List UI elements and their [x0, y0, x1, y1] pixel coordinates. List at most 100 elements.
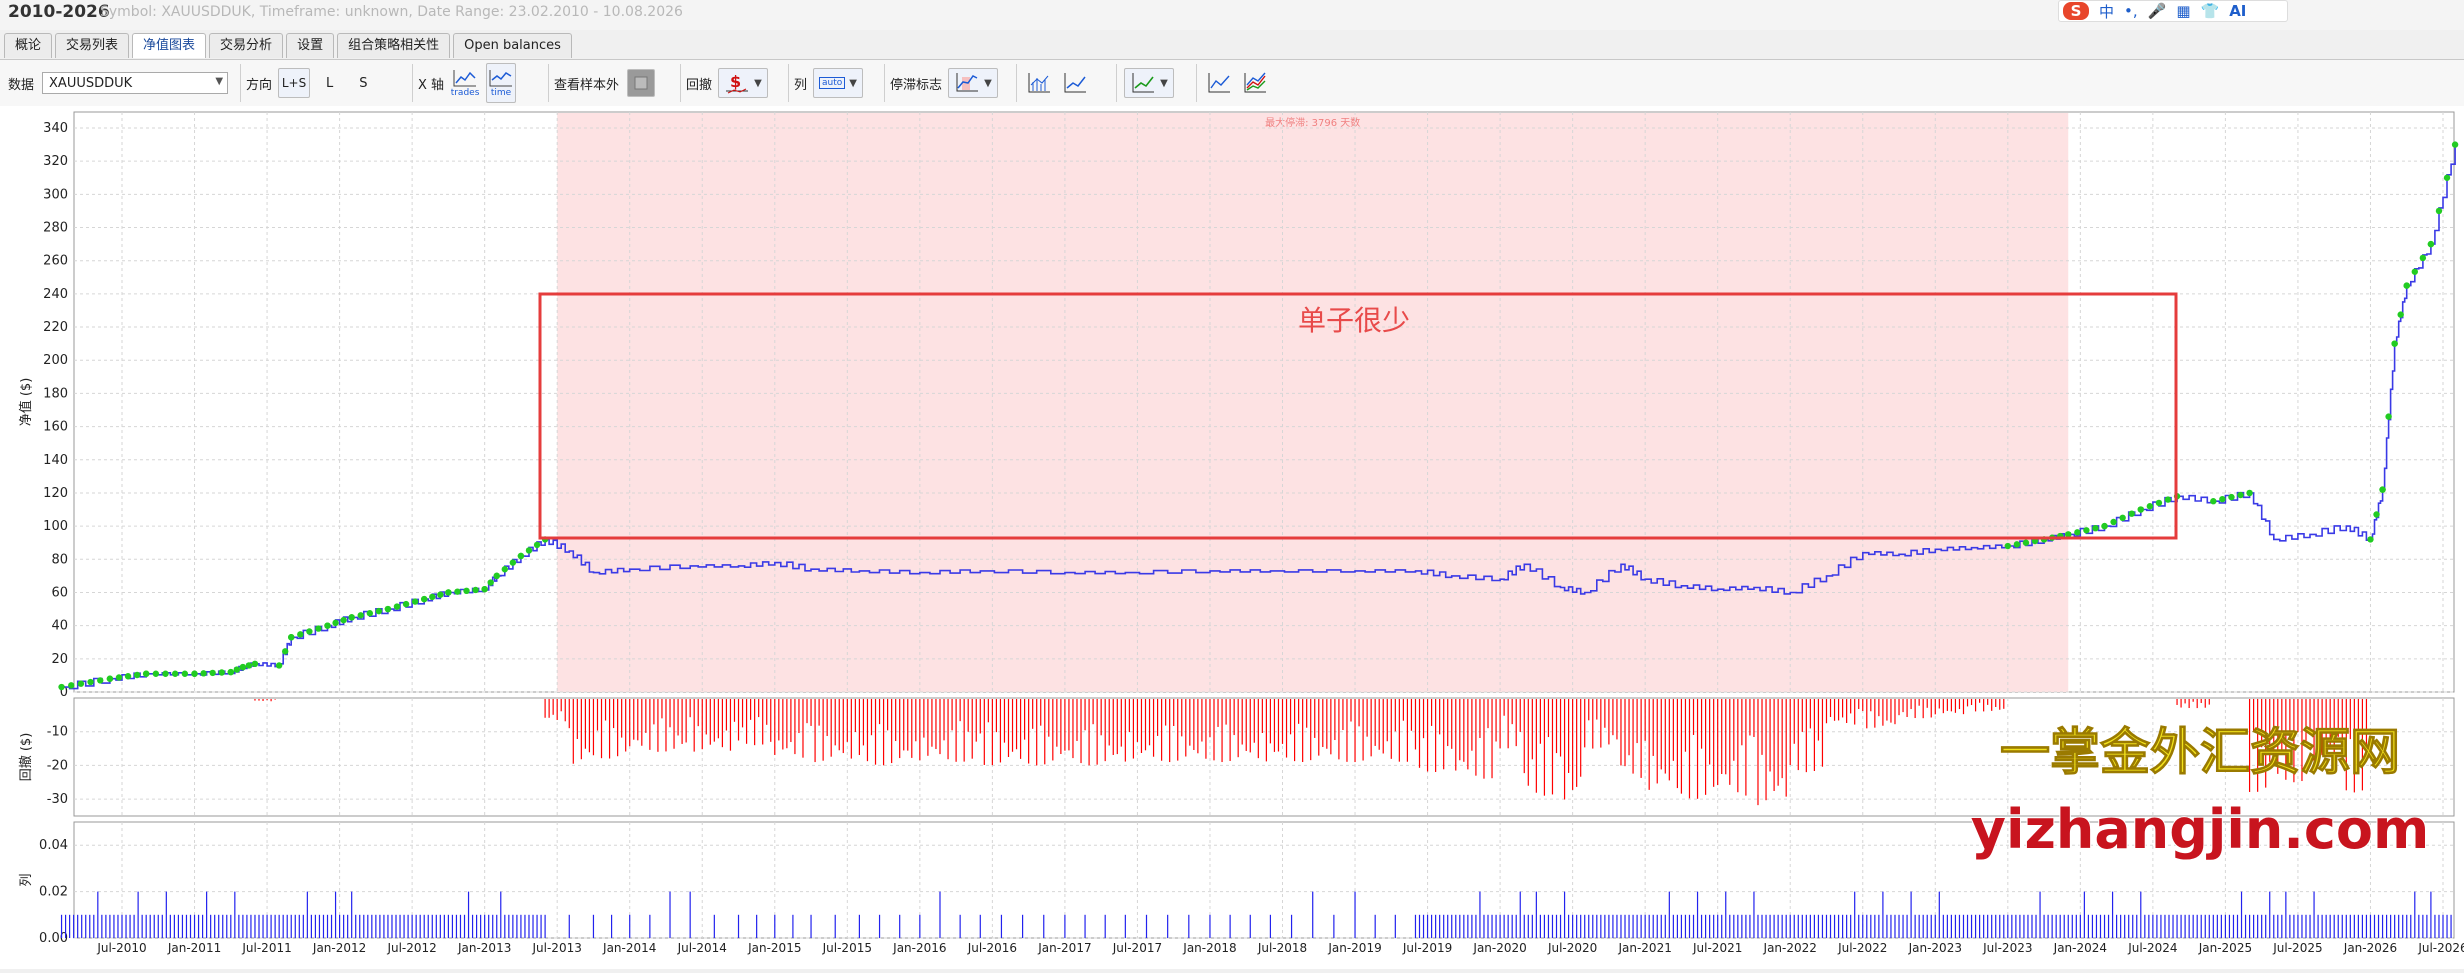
- new-high-marker: [2403, 282, 2410, 289]
- new-high-marker: [2004, 542, 2012, 550]
- new-high-marker: [2137, 506, 2144, 513]
- new-high-marker: [2397, 311, 2404, 318]
- x-tick-label: Jan-2012: [312, 941, 366, 955]
- chart-view-button-1[interactable]: [1024, 68, 1054, 98]
- tab-bar: 概论 交易列表 净值图表 交易分析 设置 组合策略相关性 Open balanc…: [4, 33, 572, 58]
- new-high-marker: [152, 670, 160, 677]
- x-tick-label: Jan-2016: [892, 941, 946, 955]
- keyboard-icon[interactable]: ▦: [2176, 2, 2190, 20]
- tab-overview[interactable]: 概论: [4, 33, 53, 58]
- ime-ai[interactable]: AI: [2229, 2, 2246, 20]
- line-chart-icon: [453, 70, 477, 87]
- drawdown-y-tick: -10: [47, 725, 68, 740]
- line-chart-icon: [489, 70, 513, 87]
- equity-y-tick: 180: [43, 386, 68, 401]
- x-tick-label: Jul-2010: [96, 941, 146, 955]
- chart-view-button-2[interactable]: [1060, 68, 1090, 98]
- new-high-marker: [288, 634, 295, 641]
- column-mode-select[interactable]: auto ▼: [813, 68, 864, 98]
- x-tick-label: Jan-2019: [1327, 941, 1381, 955]
- new-high-marker: [2074, 529, 2081, 536]
- chevron-down-icon: ▼: [215, 76, 224, 87]
- stagnation-label: 停滞标志: [890, 77, 943, 93]
- equity-chart-area[interactable]: 最大停滞: 3796 天数 Jul-2010 Jan-2011 Jul-2011 Jan…: [0, 106, 2464, 969]
- direction-short-button[interactable]: S: [359, 76, 367, 91]
- checkbox-icon: [634, 76, 648, 90]
- x-tick-label: Jan-2013: [457, 941, 511, 955]
- x-tick-label: Jan-2014: [602, 941, 656, 955]
- new-high-marker: [181, 670, 189, 677]
- new-high-marker: [384, 605, 392, 613]
- equity-y-tick: 300: [43, 187, 68, 202]
- tab-trade-list[interactable]: 交易列表: [55, 33, 130, 58]
- new-high-marker: [58, 683, 65, 691]
- chart-compare-button-1[interactable]: [1204, 68, 1234, 98]
- equity-y-tick: 320: [43, 154, 68, 169]
- bar-line-chart-icon: [1028, 73, 1050, 93]
- new-high-marker: [209, 669, 216, 677]
- chevron-down-icon: ▼: [849, 77, 857, 89]
- x-tick-label: Jan-2011: [167, 941, 221, 955]
- tab-settings[interactable]: 设置: [286, 33, 335, 58]
- x-tick-label: Jul-2020: [1547, 941, 1597, 955]
- line-chart-icon: [1064, 73, 1086, 93]
- new-high-marker: [77, 680, 85, 687]
- tab-open-balances[interactable]: Open balances: [453, 33, 572, 58]
- x-axis-time-label: time: [490, 88, 512, 98]
- microphone-icon[interactable]: 🎤: [2148, 2, 2167, 20]
- new-high-marker: [142, 670, 150, 677]
- app-title: 2010-2026: [8, 2, 110, 22]
- dollar-drawdown-icon: $: [726, 72, 749, 94]
- new-high-marker: [227, 668, 234, 676]
- equity-line-select[interactable]: ▼: [1124, 68, 1174, 98]
- chart-compare-button-2[interactable]: [1240, 68, 1270, 98]
- new-high-marker: [106, 675, 114, 682]
- tab-equity-chart[interactable]: 净值图表: [132, 33, 207, 58]
- direction-long-short-button[interactable]: L+S: [278, 68, 311, 98]
- column-label: 列: [794, 77, 808, 93]
- x-tick-label: Jul-2021: [1692, 941, 1742, 955]
- x-tick-label: Jul-2015: [822, 941, 872, 955]
- equity-y-tick: 260: [43, 254, 68, 269]
- new-high-marker: [2128, 510, 2135, 517]
- new-high-marker: [393, 603, 401, 610]
- direction-long-button[interactable]: L: [326, 76, 333, 91]
- new-high-marker: [297, 631, 304, 638]
- new-high-marker: [366, 610, 374, 617]
- new-high-marker: [375, 607, 383, 615]
- equity-y-tick: 340: [43, 121, 68, 136]
- new-high-marker: [2228, 493, 2235, 501]
- x-axis-trades-button[interactable]: trades: [450, 63, 480, 103]
- new-high-marker: [281, 648, 289, 655]
- new-high-marker: [2451, 141, 2459, 148]
- equity-y-tick: 100: [43, 519, 68, 534]
- out-of-sample-toggle[interactable]: [627, 69, 656, 97]
- equity-y-tick: 140: [43, 453, 68, 468]
- new-high-marker: [2435, 207, 2443, 215]
- watermark-url: yizhangjin.com: [1971, 798, 2429, 861]
- sogou-logo-icon[interactable]: S: [2063, 2, 2089, 20]
- symbol-select[interactable]: XAUUSDDUK ▼: [42, 72, 229, 94]
- chart-toolbar: 数据 XAUUSDDUK ▼ 方向 L+S L S X 轴 trades tim…: [0, 59, 2464, 107]
- ime-punctuation[interactable]: •,: [2124, 2, 2138, 20]
- x-axis-trades-label: trades: [450, 88, 480, 98]
- chevron-down-icon: ▼: [984, 77, 992, 89]
- ime-toolbar[interactable]: S 中 •, 🎤 ▦ 👕 AI: [2058, 0, 2288, 22]
- shirt-icon[interactable]: 👕: [2201, 2, 2220, 20]
- drawdown-mode-select[interactable]: $ ▼: [718, 68, 769, 98]
- new-high-marker: [481, 585, 488, 593]
- new-high-marker: [324, 622, 331, 629]
- ime-language[interactable]: 中: [2099, 1, 2114, 22]
- stagnation-mode-select[interactable]: ▼: [948, 68, 999, 98]
- new-high-marker: [2219, 495, 2226, 503]
- new-high-marker: [445, 589, 452, 596]
- equity-chart-svg[interactable]: 最大停滞: 3796 天数 Jul-2010 Jan-2011 Jul-2011 Jan…: [0, 106, 2464, 969]
- tab-portfolio-correlation[interactable]: 组合策略相关性: [337, 33, 451, 58]
- new-high-marker: [517, 552, 525, 560]
- annotation-label: 单子很少: [1298, 304, 1410, 337]
- new-high-marker: [2379, 486, 2386, 493]
- tab-trade-analysis[interactable]: 交易分析: [209, 33, 284, 58]
- new-high-marker: [340, 616, 347, 624]
- equity-y-tick: 240: [43, 287, 68, 302]
- x-axis-time-button[interactable]: time: [486, 63, 517, 103]
